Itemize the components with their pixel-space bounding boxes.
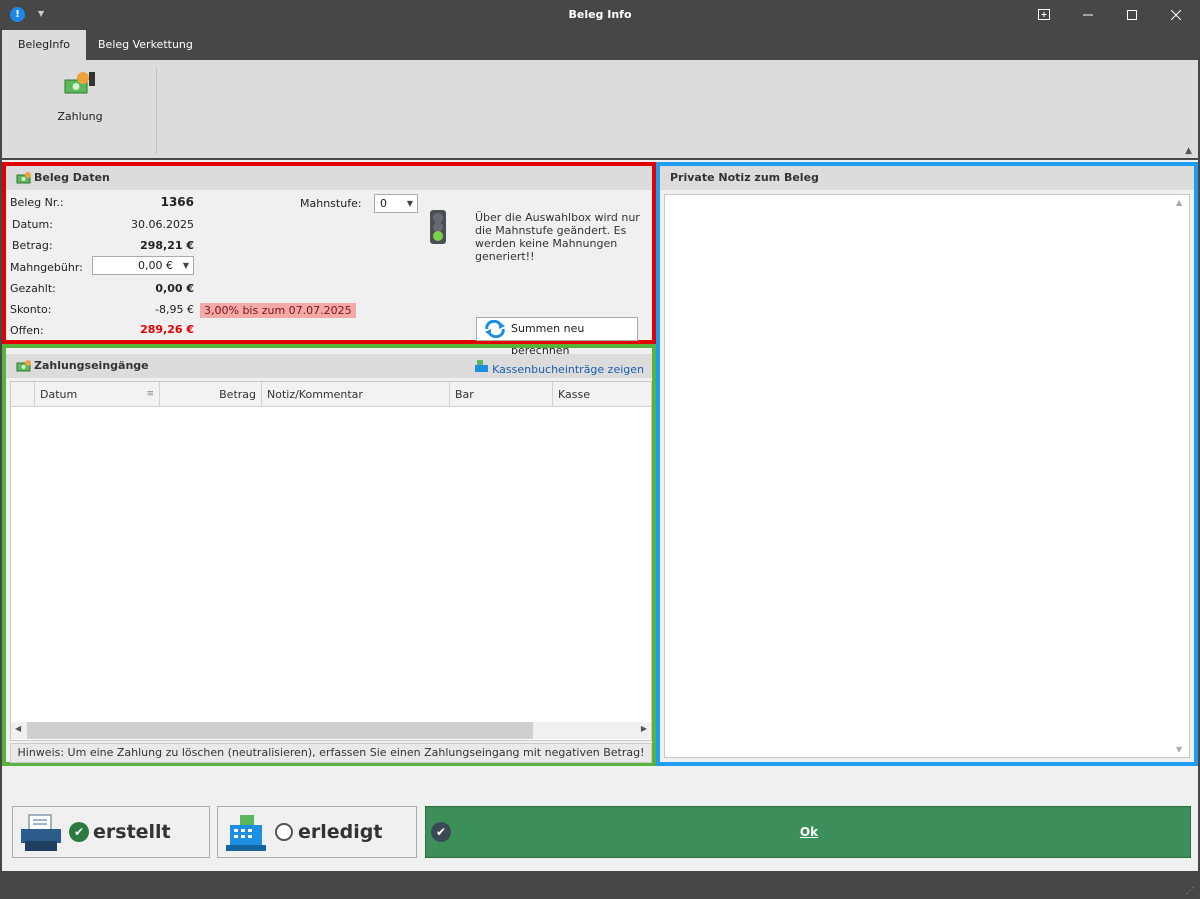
scroll-down-icon[interactable]: ▼ [1176,745,1182,754]
mahnstufe-select[interactable]: 0 ▼ [374,194,418,213]
refresh-icon [485,320,505,338]
column-header-datum[interactable]: Datum ≡ [35,382,160,407]
tab-beleg-verkettung[interactable]: Beleg Verkettung [82,30,209,60]
client-area: Beleg Daten Beleg Nr.: 1366 Datum: 30.06… [2,160,1198,871]
beleg-daten-header: Beleg Daten [6,166,652,190]
mahngebuehr-select-value: 0,00 € [138,259,173,272]
mahnstufe-select-value: 0 [380,197,387,210]
column-header-notiz[interactable]: Notiz/Kommentar [262,382,450,407]
restore-layout-icon [1038,9,1050,20]
mahnstufe-info-text: Über die Auswahlbox wird nur die Mahnstu… [475,211,640,263]
tab-beleginfo[interactable]: BelegInfo [2,30,86,60]
ok-label: Ok [799,825,819,839]
scroll-right-icon[interactable]: ▶ [641,724,647,733]
status-erstellt-label: erstellt [93,821,171,843]
scrollbar-thumb[interactable] [27,722,533,739]
private-notiz-header: Private Notiz zum Beleg [660,166,1194,190]
chevron-down-icon: ▼ [182,261,189,270]
restore-layout-button[interactable] [1022,0,1066,30]
cash-register-icon [226,815,266,851]
beleg-nr-value: 1366 [160,195,194,209]
zahlungseingaenge-panel: Zahlungseingänge Kassenbucheinträge zeig… [2,344,656,766]
zahlung-button[interactable]: Zahlung [10,66,150,130]
gezahlt-value: 0,00 € [155,282,194,295]
kassenbucheintraege-zeigen-label: Kassenbucheinträge zeigen [492,363,644,376]
column-header-datum-label: Datum [40,388,78,401]
ok-button[interactable]: ✔ Ok [425,806,1191,858]
column-header-kasse[interactable]: Kasse [553,382,651,407]
mahnstufe-label: Mahnstufe: [300,197,362,210]
ribbon: Zahlung ▲ [2,60,1198,158]
beleg-daten-title: Beleg Daten [34,171,110,184]
zahlungseingaenge-table[interactable]: Datum ≡ Betrag Notiz/Kommentar Bar Kasse… [10,381,652,741]
money-payment-icon [64,72,95,94]
beleg-daten-panel: Beleg Daten Beleg Nr.: 1366 Datum: 30.06… [2,162,656,357]
vertical-scrollbar[interactable]: ▲ ▼ [1173,195,1189,757]
scroll-up-icon[interactable]: ▲ [1176,198,1182,207]
skonto-label: Skonto: [10,303,52,316]
scroll-left-icon[interactable]: ◀ [15,724,21,733]
money-icon [16,360,31,372]
beleg-nr-label: Beleg Nr.: [10,196,64,209]
status-erstellt-button[interactable]: ✔ erstellt [12,806,210,858]
chevron-down-icon: ▼ [406,199,413,208]
summen-neu-berechnen-button[interactable]: Summen neu berechnen [476,317,638,357]
status-erledigt-button[interactable]: erledigt [217,806,417,858]
printer-icon [21,814,61,851]
close-icon [1170,9,1182,20]
private-notiz-textarea[interactable]: ▲ ▼ [664,194,1190,758]
maximize-button[interactable] [1110,0,1154,30]
column-header-bar[interactable]: Bar [450,382,553,407]
horizontal-scrollbar[interactable]: ◀ ▶ [11,722,651,739]
zahlungseingaenge-header: Zahlungseingänge Kassenbucheinträge zeig… [6,354,652,378]
datum-label: Datum: [12,218,53,231]
gezahlt-label: Gezahlt: [10,282,56,295]
money-icon [16,172,31,184]
kassenbucheintraege-zeigen-link[interactable]: Kassenbucheinträge zeigen [474,358,644,382]
sort-icon: ≡ [146,389,154,399]
minimize-icon [1083,14,1093,15]
close-button[interactable] [1154,0,1198,30]
zahlung-label: Zahlung [57,110,103,123]
mahngebuehr-label: Mahngebühr: [10,261,83,274]
private-notiz-panel: Private Notiz zum Beleg ▲ ▼ [656,162,1198,766]
radio-empty-icon [275,823,293,841]
row-indicator-column [11,382,35,407]
mahngebuehr-select[interactable]: 0,00 € ▼ [92,256,194,275]
resize-grip-icon[interactable]: ⋰ [1186,886,1194,895]
betrag-label: Betrag: [12,239,53,252]
skonto-badge: 3,00% bis zum 07.07.2025 [200,303,356,318]
traffic-light-icon [430,210,446,244]
status-erledigt-label: erledigt [298,821,383,843]
ribbon-separator [156,68,157,154]
betrag-value: 298,21 € [140,239,194,252]
ribbon-tabs: BelegInfo Beleg Verkettung [0,30,1200,60]
hinweis-text: Hinweis: Um eine Zahlung zu löschen (neu… [10,743,652,763]
cash-register-icon [475,360,489,372]
title-bar: ! ▼ Beleg Info [0,0,1200,30]
maximize-icon [1127,9,1137,20]
window-title: Beleg Info [568,8,632,21]
check-circle-icon: ✔ [69,822,89,842]
offen-label: Offen: [10,324,44,337]
skonto-value: -8,95 € [155,303,194,316]
offen-value: 289,26 € [140,323,194,336]
zahlungseingaenge-title: Zahlungseingänge [34,359,149,372]
ribbon-collapse-icon[interactable]: ▲ [1185,146,1192,156]
footer-bar: ✔ erstellt erledigt ✔ Ok [2,766,1198,871]
column-header-betrag[interactable]: Betrag [160,382,262,407]
datum-value: 30.06.2025 [131,218,194,231]
table-header: Datum ≡ Betrag Notiz/Kommentar Bar Kasse [11,382,651,407]
minimize-button[interactable] [1066,0,1110,30]
